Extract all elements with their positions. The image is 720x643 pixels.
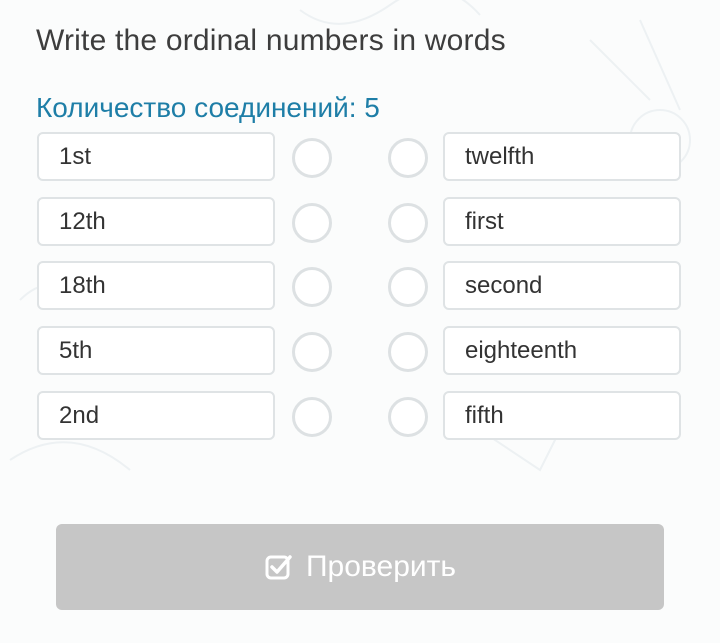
right-item[interactable]: first [443, 197, 681, 246]
checkbox-check-icon [265, 555, 292, 580]
check-button[interactable]: Проверить [56, 524, 664, 610]
left-item[interactable]: 12th [37, 197, 275, 246]
left-item[interactable]: 5th [37, 326, 275, 375]
left-connector-dot[interactable] [292, 397, 332, 437]
left-connector-dot[interactable] [292, 203, 332, 243]
left-connector-dot[interactable] [292, 138, 332, 178]
left-connector-dot[interactable] [292, 267, 332, 307]
right-item[interactable]: eighteenth [443, 326, 681, 375]
right-connector-dot[interactable] [388, 332, 428, 372]
left-item[interactable]: 18th [37, 261, 275, 310]
right-item[interactable]: twelfth [443, 132, 681, 181]
left-connector-dot[interactable] [292, 332, 332, 372]
right-connector-dot[interactable] [388, 203, 428, 243]
right-connector-dot[interactable] [388, 397, 428, 437]
right-connector-dot[interactable] [388, 267, 428, 307]
right-item[interactable]: fifth [443, 391, 681, 440]
left-item[interactable]: 2nd [37, 391, 275, 440]
right-item[interactable]: second [443, 261, 681, 310]
right-connector-dot[interactable] [388, 138, 428, 178]
check-button-label: Проверить [305, 550, 457, 583]
left-item[interactable]: 1st [37, 132, 275, 181]
